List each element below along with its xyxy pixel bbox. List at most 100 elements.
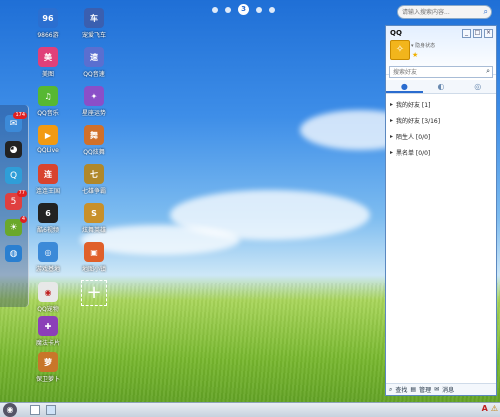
status-selector[interactable]: ▾ 隐身状态 — [411, 42, 435, 49]
friend-search-box[interactable]: ⌕ — [389, 66, 493, 78]
notification-badge: 174 — [13, 112, 27, 119]
desktop-app[interactable]: ♫ QQ音乐 — [30, 86, 66, 117]
friend-group[interactable]: ▸ 我的好友 [1] — [390, 96, 440, 112]
desktop-app[interactable]: S 炫舞英雄 — [76, 203, 112, 234]
desktop-app[interactable]: 七七雄争霸 — [76, 164, 112, 195]
app-label: 七雄争霸 — [81, 188, 106, 195]
message-icon: ✉ — [434, 386, 440, 393]
qq-pet-icon: ◉ — [38, 282, 58, 302]
desktop-app[interactable]: 萝保卫萝卜 — [30, 352, 66, 383]
group-label: 陌生人 [0/0] — [396, 133, 431, 141]
desktop-app[interactable]: 96 9866游 — [30, 8, 66, 39]
meitu-icon: 美 — [38, 47, 58, 67]
app-label: 美图 — [41, 71, 54, 78]
9866-game-icon: 96 — [38, 8, 58, 28]
app-label: 连连王国 — [35, 188, 60, 195]
app-label: 9866游 — [37, 32, 59, 39]
page-dot-current[interactable]: 3 — [238, 4, 249, 15]
tab-contacts[interactable]: ● — [386, 80, 423, 93]
friend-group[interactable]: ▸ 陌生人 [0/0] — [390, 128, 440, 144]
group-label: 黑名单 [0/0] — [396, 149, 431, 157]
desktop-app[interactable]: 舞 QQ炫舞 — [76, 125, 112, 156]
racing-car-icon: 车 — [84, 8, 104, 28]
minimize-button[interactable]: _ — [462, 29, 471, 38]
game-base-icon: ◎ — [38, 242, 58, 262]
desktop-app[interactable]: ▶ QQLive — [30, 125, 66, 154]
browser-globe-icon[interactable]: ◍ — [5, 245, 22, 262]
app-label: QQ宠物 — [37, 306, 59, 313]
alert-icon[interactable]: ⚠ — [491, 404, 498, 413]
notification-badge: 4 — [19, 216, 27, 223]
hero-icon: S — [84, 203, 104, 223]
window-controls: _ □ × — [462, 29, 493, 38]
ku6-video-icon: 6 — [38, 203, 58, 223]
manage-icon: ▤ — [410, 386, 417, 393]
qq-footer: ⌕ 查找 ▤ 管理 ✉ 消息 — [386, 383, 496, 395]
qq-panel: QQ _ □ × ✧ ▾ 隐身状态 ★ ⌕ ● ◐ ◎ ▸我的好友 [1] ▸我… — [385, 25, 497, 396]
find-icon: ⌕ — [389, 385, 393, 393]
search-input[interactable] — [398, 6, 482, 18]
carrot-icon: 萝 — [38, 352, 58, 372]
desktop-app[interactable]: ◉ QQ宠物 — [30, 282, 66, 313]
tab-recent[interactable]: ◎ — [459, 80, 496, 93]
qq-speed-icon: 速 — [84, 47, 104, 67]
page-dot[interactable] — [212, 6, 218, 13]
desktop-app[interactable]: ◎ 游戏基地 — [30, 242, 66, 273]
calendar-icon[interactable]: 5 77 — [5, 190, 27, 210]
page-dot[interactable] — [269, 6, 275, 13]
app-label: QQ音速 — [83, 71, 105, 78]
desktop-app[interactable]: ✦ 星座运势 — [76, 86, 112, 117]
page-dot[interactable] — [225, 6, 231, 13]
group-label: 我的好友 [1] — [396, 101, 431, 109]
friend-group[interactable]: ▸ 黑名单 [0/0] — [390, 144, 440, 160]
desktop-app[interactable]: ▣ 地图小镇 — [76, 242, 112, 273]
close-button[interactable]: × — [484, 29, 493, 38]
app-label: 魔法卡片 — [35, 340, 60, 347]
start-button[interactable]: ◉ — [3, 403, 17, 417]
avatar[interactable]: ✧ — [390, 40, 410, 60]
weather-icon[interactable]: ☀ 4 — [5, 216, 27, 236]
app-label: 炫舞英雄 — [81, 227, 106, 234]
friend-group[interactable]: ▸ 我的好友 [3/16] — [390, 112, 440, 128]
app-label: 保卫萝卜 — [35, 376, 60, 383]
desktop-app[interactable]: 6 酷6视频 — [30, 203, 66, 234]
desktop-app[interactable]: 速 QQ音速 — [76, 47, 112, 78]
qzone-icon[interactable]: Q — [5, 167, 22, 184]
page-indicator: 3 — [212, 4, 275, 15]
lianlian-icon: 连 — [38, 164, 58, 184]
taskbar-app-icon[interactable] — [46, 405, 56, 415]
horoscope-icon: ✦ — [84, 86, 104, 106]
taskbar-app-icon[interactable] — [30, 405, 40, 415]
qq-music-icon: ♫ — [38, 86, 58, 106]
friend-search-input[interactable] — [390, 67, 481, 77]
find-button[interactable]: 查找 — [395, 385, 407, 394]
app-label: QQLive — [37, 147, 59, 154]
input-method-icon[interactable]: A — [482, 404, 488, 413]
qq-title: QQ — [390, 29, 402, 37]
app-label: QQ音乐 — [37, 110, 59, 117]
app-label: 地图小镇 — [81, 266, 106, 273]
manage-button[interactable]: 管理 — [419, 385, 431, 394]
page-dot[interactable] — [256, 6, 262, 13]
desktop-app[interactable]: 车宠爱飞车 — [76, 8, 112, 39]
search-icon[interactable]: ⌕ — [486, 67, 490, 76]
chevron-right-icon: ▸ — [390, 100, 394, 108]
chevron-right-icon: ▸ — [390, 148, 394, 156]
desktop-app[interactable]: 美美图 — [30, 47, 66, 78]
chevron-right-icon: ▸ — [390, 132, 394, 140]
qq-penguin-icon[interactable]: ◕ — [5, 141, 22, 158]
search-icon[interactable]: ⌕ — [484, 7, 488, 17]
system-tray: A ⚠ — [482, 404, 498, 413]
star-icon: ★ — [412, 51, 419, 59]
desktop-search-box[interactable]: ⌕ — [397, 5, 492, 19]
maximize-button[interactable]: □ — [473, 29, 482, 38]
add-app-button[interactable]: + — [81, 280, 107, 306]
app-label: QQ炫舞 — [83, 149, 105, 156]
taskbar: ◉ A ⚠ — [0, 402, 500, 417]
desktop-app[interactable]: ✚ 魔法卡片 — [30, 316, 66, 347]
tab-groups[interactable]: ◐ — [423, 80, 460, 93]
desktop-app[interactable]: 连连连王国 — [30, 164, 66, 195]
message-button[interactable]: 消息 — [442, 385, 454, 394]
mail-icon[interactable]: ✉ 174 — [5, 112, 27, 132]
app-label: 宠爱飞车 — [81, 32, 106, 39]
